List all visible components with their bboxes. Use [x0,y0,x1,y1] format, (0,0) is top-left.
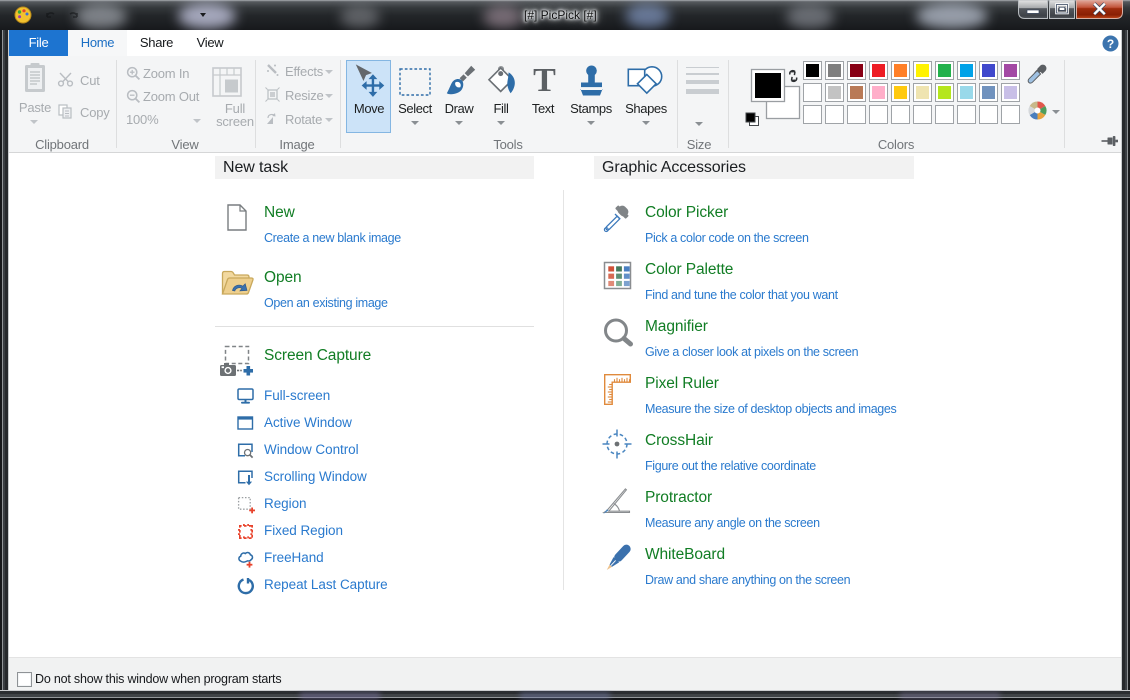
svg-text:T: T [533,66,556,93]
svg-text:?: ? [1107,37,1114,51]
